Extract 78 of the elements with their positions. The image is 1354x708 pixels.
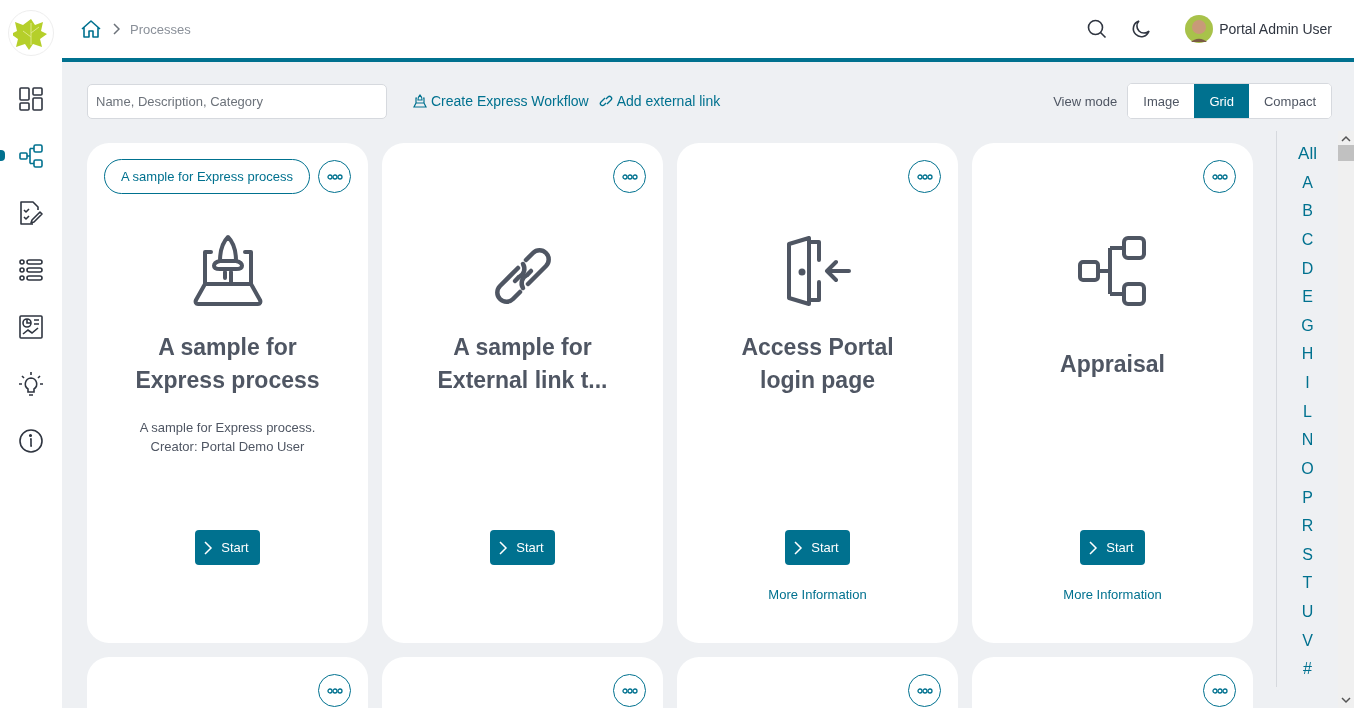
active-indicator xyxy=(0,150,5,161)
task-checklist-icon[interactable] xyxy=(18,199,44,226)
alphabet-filter[interactable]: N xyxy=(1301,429,1314,458)
alphabet-filter[interactable]: P xyxy=(1302,486,1313,516)
alphabet-filter[interactable]: I xyxy=(1305,372,1310,401)
more-button[interactable] xyxy=(613,674,646,707)
chevron-right-icon xyxy=(112,23,120,35)
rocket-laptop-icon xyxy=(192,234,263,306)
alphabet-filter[interactable]: U xyxy=(1301,601,1314,630)
more-button[interactable] xyxy=(908,674,941,707)
scroll-down-icon[interactable] xyxy=(1341,696,1351,704)
process-icon xyxy=(1077,236,1148,306)
alphabet-filter[interactable]: S xyxy=(1302,543,1313,573)
chevron-right-icon xyxy=(793,540,804,555)
alphabet-filter[interactable]: B xyxy=(1302,200,1313,229)
alphabet-filter[interactable]: All xyxy=(1298,143,1317,172)
alphabet-filter[interactable]: H xyxy=(1301,343,1314,372)
alphabet-filter[interactable]: R xyxy=(1301,515,1314,544)
link-icon xyxy=(598,94,613,108)
alphabet-filter[interactable]: C xyxy=(1301,228,1314,258)
alphabet-filter[interactable]: # xyxy=(1303,658,1312,687)
process-title: A sample for External link t... xyxy=(436,333,609,395)
search-icon[interactable] xyxy=(1087,19,1108,39)
more-icon xyxy=(621,173,638,180)
more-icon xyxy=(1211,687,1228,694)
view-mode-label: View mode xyxy=(1053,93,1118,109)
chevron-right-icon xyxy=(1088,540,1099,555)
alphabet-filter[interactable]: A xyxy=(1302,171,1313,201)
process-title: Access Portal login page xyxy=(740,333,895,395)
more-button[interactable] xyxy=(908,160,941,193)
scrollbar-thumb[interactable] xyxy=(1338,145,1354,161)
home-icon[interactable] xyxy=(80,19,102,39)
alphabet-filter[interactable]: D xyxy=(1301,257,1314,287)
process-description: A sample for Express process. Creator: Portal Demo User xyxy=(139,419,316,456)
rocket-icon xyxy=(413,94,427,108)
more-button[interactable] xyxy=(318,674,351,707)
lightbulb-icon[interactable] xyxy=(18,370,44,397)
more-icon xyxy=(326,173,343,180)
view-mode-tab[interactable]: Grid xyxy=(1194,84,1249,118)
moon-icon[interactable] xyxy=(1131,19,1152,39)
avatar[interactable] xyxy=(1185,15,1214,43)
list-icon[interactable] xyxy=(18,256,44,283)
category-tag[interactable]: A sample for Express process xyxy=(104,159,310,194)
more-icon xyxy=(916,687,933,694)
start-button[interactable]: Start xyxy=(785,530,850,565)
start-button[interactable]: Start xyxy=(1080,530,1145,565)
more-icon xyxy=(916,173,933,180)
more-icon xyxy=(326,687,343,694)
alphabet-filter[interactable]: G xyxy=(1301,314,1314,344)
dashboard-icon[interactable] xyxy=(18,85,44,112)
more-button[interactable] xyxy=(613,160,646,193)
process-title: A sample for Express process xyxy=(134,333,321,395)
search-field[interactable]: Name, Description, Category xyxy=(87,83,387,119)
report-chart-icon[interactable] xyxy=(18,313,44,340)
create-workflow-link[interactable]: Create Express Workflow xyxy=(413,93,589,109)
process-title: Appraisal xyxy=(1060,349,1165,379)
more-icon xyxy=(1211,173,1228,180)
process-icon[interactable] xyxy=(18,142,44,169)
start-button[interactable]: Start xyxy=(490,530,555,565)
alphabet-filter[interactable]: L xyxy=(1303,400,1312,430)
scroll-up-icon[interactable] xyxy=(1341,135,1351,143)
alphabet-filter[interactable]: V xyxy=(1302,629,1313,659)
more-button[interactable] xyxy=(1203,160,1236,193)
add-link-link[interactable]: Add external link xyxy=(598,93,721,109)
more-information-link[interactable]: More Information xyxy=(1063,585,1162,605)
alphabet-filter[interactable]: O xyxy=(1301,457,1314,487)
more-button[interactable] xyxy=(1203,674,1236,707)
more-information-link[interactable]: More Information xyxy=(768,585,867,605)
start-button[interactable]: Start xyxy=(195,530,260,565)
more-button[interactable] xyxy=(318,160,351,193)
info-icon[interactable] xyxy=(18,427,44,454)
more-icon xyxy=(621,687,638,694)
chevron-right-icon xyxy=(498,540,509,555)
breadcrumb-current: Processes xyxy=(130,21,191,37)
alphabet-filter[interactable]: T xyxy=(1302,572,1313,601)
alphabet-filter[interactable]: E xyxy=(1302,286,1313,315)
chevron-right-icon xyxy=(203,540,214,555)
user-name[interactable]: Portal Admin User xyxy=(1219,21,1332,37)
